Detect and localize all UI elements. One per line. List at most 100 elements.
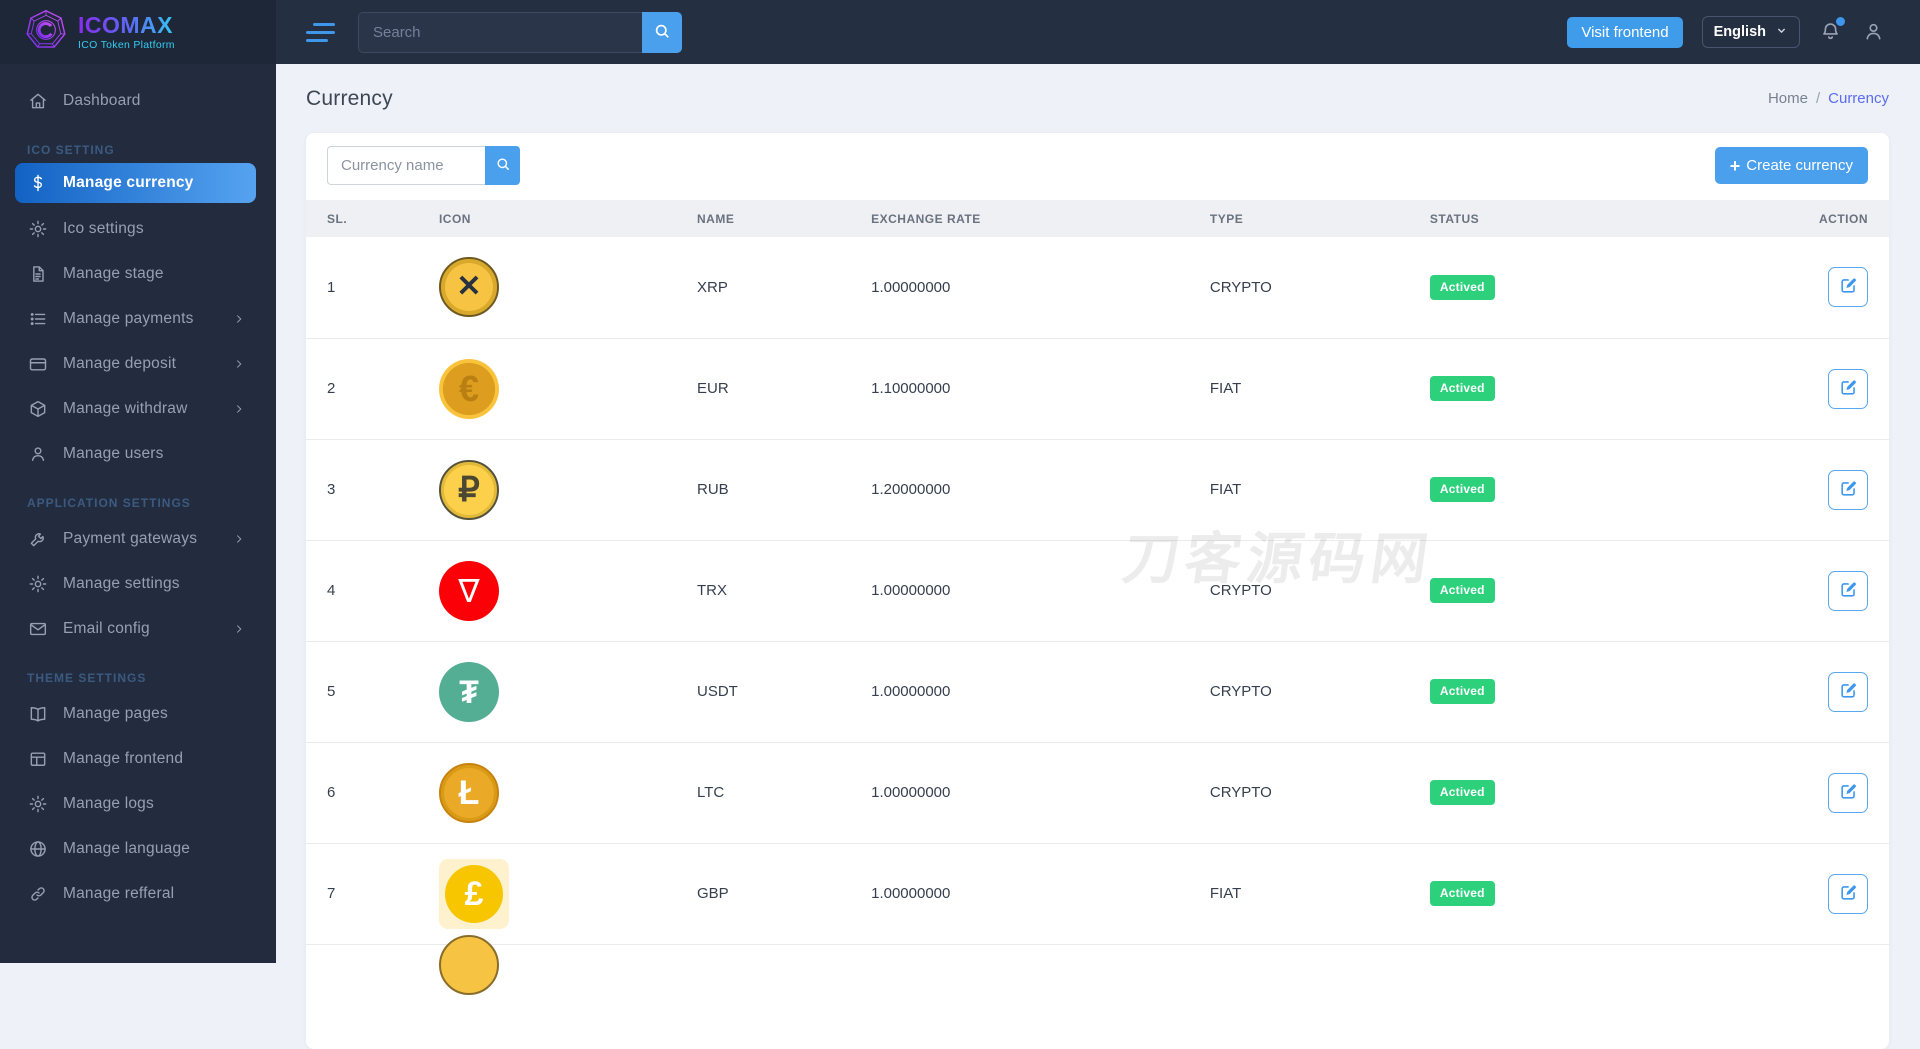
user-icon bbox=[1862, 23, 1885, 47]
column-header-icon: ICON bbox=[438, 200, 697, 237]
sidebar-item-label: Manage settings bbox=[63, 574, 180, 592]
rub-coin-icon: ₽ bbox=[438, 459, 499, 520]
sidebar-item-manage-frontend[interactable]: Manage frontend bbox=[15, 736, 256, 781]
list-icon bbox=[28, 309, 48, 329]
sidebar-item-manage-currency[interactable]: Manage currency bbox=[15, 163, 256, 203]
cell-name bbox=[697, 944, 871, 1045]
breadcrumb-current: Currency bbox=[1828, 90, 1889, 107]
status-badge: Actived bbox=[1429, 780, 1495, 805]
profile-button[interactable] bbox=[1862, 20, 1886, 44]
sidebar-item-manage-refferal[interactable]: Manage refferal bbox=[15, 871, 256, 916]
sidebar-item-label: Dashboard bbox=[63, 91, 141, 109]
sidebar-item-ico-settings[interactable]: Ico settings bbox=[15, 206, 256, 251]
cell-type: FIAT bbox=[1209, 843, 1430, 945]
link-icon bbox=[28, 884, 48, 904]
dollar-icon bbox=[28, 173, 48, 193]
status-badge: Actived bbox=[1429, 477, 1495, 502]
edit-icon bbox=[1839, 479, 1858, 501]
table-row: 1 ✕ XRP 1.00000000 CRYPTO Actived bbox=[306, 237, 1889, 339]
currency-table-body: 1 ✕ XRP 1.00000000 CRYPTO Actived 2 € EU… bbox=[306, 237, 1889, 1045]
cell-exchange-rate bbox=[871, 944, 1210, 1045]
gbp-coin-icon: £ bbox=[444, 864, 503, 923]
cell-exchange-rate: 1.20000000 bbox=[871, 439, 1210, 541]
cell-sl bbox=[306, 944, 439, 1045]
trx-coin-icon: ∇ bbox=[438, 560, 499, 621]
column-header-sl: SL. bbox=[306, 200, 439, 237]
edit-button[interactable] bbox=[1828, 267, 1868, 308]
edit-button[interactable] bbox=[1828, 772, 1868, 813]
table-row bbox=[306, 934, 1889, 1045]
edit-icon bbox=[1839, 580, 1858, 602]
book-icon bbox=[28, 704, 48, 724]
main-content: Currency Home / Currency + Create curren… bbox=[276, 64, 1920, 1049]
sidebar-item-manage-withdraw[interactable]: Manage withdraw bbox=[15, 386, 256, 431]
sidebar-item-label: Manage refferal bbox=[63, 884, 175, 902]
currency-icon-frame: Ł bbox=[438, 762, 499, 823]
language-select[interactable]: English bbox=[1701, 16, 1800, 48]
edit-icon bbox=[1839, 883, 1858, 905]
notifications-button[interactable] bbox=[1819, 17, 1845, 44]
breadcrumb-home[interactable]: Home bbox=[1768, 90, 1808, 107]
sidebar-item-manage-pages[interactable]: Manage pages bbox=[15, 691, 256, 736]
globe-icon bbox=[28, 839, 48, 859]
sidebar-item-email-config[interactable]: Email config bbox=[15, 606, 256, 651]
sidebar-item-label: Manage currency bbox=[63, 174, 194, 191]
chevron-right-icon bbox=[232, 402, 246, 416]
sidebar-item-manage-language[interactable]: Manage language bbox=[15, 826, 256, 871]
sidebar-item-manage-stage[interactable]: Manage stage bbox=[15, 251, 256, 296]
edit-button[interactable] bbox=[1828, 368, 1868, 409]
edit-button[interactable] bbox=[1828, 570, 1868, 611]
hamburger-menu-icon[interactable] bbox=[306, 22, 335, 42]
sidebar-item-label: Manage withdraw bbox=[63, 399, 188, 417]
currency-card: + Create currency SL.ICONNAMEEXCHANGE RA… bbox=[306, 133, 1889, 1049]
edit-button[interactable] bbox=[1828, 671, 1868, 712]
cell-sl: 5 bbox=[306, 641, 439, 743]
cell-type: CRYPTO bbox=[1209, 641, 1430, 743]
cell-exchange-rate: 1.00000000 bbox=[871, 237, 1210, 339]
sidebar-item-label: Manage users bbox=[63, 444, 164, 462]
cell-type: FIAT bbox=[1209, 338, 1430, 440]
cell-name: RUB bbox=[696, 439, 872, 541]
xrp-coin-icon: ✕ bbox=[438, 257, 499, 318]
create-currency-button[interactable]: + Create currency bbox=[1714, 147, 1868, 184]
sidebar-item-manage-logs[interactable]: Manage logs bbox=[15, 781, 256, 826]
status-badge: Actived bbox=[1429, 679, 1495, 704]
brand-tagline: ICO Token Platform bbox=[78, 38, 175, 51]
cell-type: CRYPTO bbox=[1209, 237, 1430, 339]
table-row: 5 ₮ USDT 1.00000000 CRYPTO Actived bbox=[306, 641, 1889, 743]
cell-exchange-rate: 1.00000000 bbox=[871, 843, 1210, 945]
brand-logo[interactable]: ICOMAX ICO Token Platform bbox=[0, 0, 276, 64]
sidebar-item-manage-settings[interactable]: Manage settings bbox=[15, 561, 256, 606]
currency-filter-search-button[interactable] bbox=[485, 146, 520, 185]
cell-name: TRX bbox=[696, 540, 872, 642]
global-search bbox=[358, 11, 682, 53]
global-search-input[interactable] bbox=[358, 11, 642, 53]
sidebar-item-manage-users[interactable]: Manage users bbox=[15, 431, 256, 476]
sidebar-item-payment-gateways[interactable]: Payment gateways bbox=[15, 516, 256, 561]
brand-logo-icon bbox=[24, 8, 68, 57]
edit-button[interactable] bbox=[1828, 469, 1868, 510]
chevron-right-icon bbox=[232, 532, 246, 546]
cell-type: CRYPTO bbox=[1209, 540, 1430, 642]
table-row: 6 Ł LTC 1.00000000 CRYPTO Actived bbox=[306, 742, 1889, 844]
column-header-action: ACTION bbox=[1778, 200, 1889, 237]
page-title: Currency bbox=[306, 86, 393, 110]
ltc-coin-icon: Ł bbox=[438, 762, 499, 823]
sidebar-item-dashboard[interactable]: Dashboard bbox=[15, 78, 256, 123]
cell-sl: 7 bbox=[306, 843, 439, 945]
currency-icon-frame bbox=[438, 934, 499, 995]
sidebar-item-label: Manage logs bbox=[63, 794, 154, 812]
chevron-down-icon bbox=[1775, 24, 1788, 41]
currency-name-input[interactable] bbox=[327, 146, 485, 185]
global-search-button[interactable] bbox=[642, 11, 682, 53]
visit-frontend-button[interactable]: Visit frontend bbox=[1567, 16, 1683, 48]
table-row: 3 ₽ RUB 1.20000000 FIAT Actived bbox=[306, 439, 1889, 541]
cell-name: LTC bbox=[696, 742, 872, 844]
chevron-right-icon bbox=[232, 622, 246, 636]
sidebar-item-manage-payments[interactable]: Manage payments bbox=[15, 296, 256, 341]
status-badge: Actived bbox=[1429, 881, 1495, 906]
search-icon bbox=[495, 156, 511, 175]
plus-icon: + bbox=[1729, 155, 1741, 176]
sidebar-item-manage-deposit[interactable]: Manage deposit bbox=[15, 341, 256, 386]
edit-button[interactable] bbox=[1828, 873, 1868, 914]
